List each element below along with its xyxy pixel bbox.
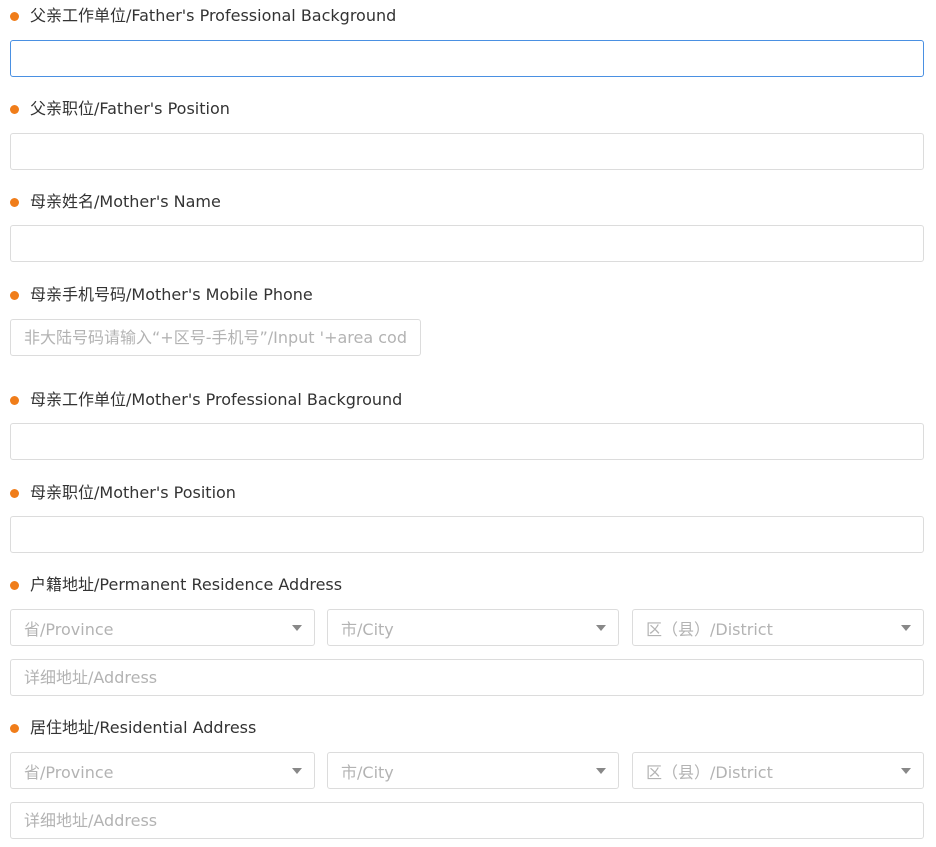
caret-down-icon bbox=[596, 624, 606, 631]
residential-province-value: 省/Province bbox=[24, 762, 114, 782]
required-dot-icon bbox=[10, 723, 19, 733]
caret-down-icon bbox=[596, 767, 606, 774]
required-dot-icon bbox=[10, 11, 19, 21]
father-work-label-text: 父亲工作单位/Father's Professional Background bbox=[30, 6, 397, 25]
mother-name-input[interactable] bbox=[10, 225, 924, 262]
caret-down-icon bbox=[292, 767, 302, 774]
permanent-province-value: 省/Province bbox=[24, 619, 114, 639]
mother-phone-label-text: 母亲手机号码/Mother's Mobile Phone bbox=[30, 285, 313, 304]
father-position-input[interactable] bbox=[10, 133, 924, 170]
mother-name-label: 母亲姓名/Mother's Name bbox=[10, 191, 221, 213]
residential-province-select[interactable]: 省/Province bbox=[10, 752, 315, 789]
permanent-district-value: 区（县）/District bbox=[646, 619, 773, 639]
permanent-address-label-text: 户籍地址/Permanent Residence Address bbox=[30, 575, 343, 594]
residential-address-label: 居住地址/Residential Address bbox=[10, 717, 256, 739]
permanent-city-value: 市/City bbox=[341, 619, 394, 639]
required-dot-icon bbox=[10, 488, 19, 498]
caret-down-icon bbox=[292, 624, 302, 631]
residential-address-label-text: 居住地址/Residential Address bbox=[30, 718, 257, 737]
mother-phone-input[interactable] bbox=[10, 319, 421, 356]
mother-work-input[interactable] bbox=[10, 423, 924, 460]
required-dot-icon bbox=[10, 197, 19, 207]
mother-name-label-text: 母亲姓名/Mother's Name bbox=[30, 192, 221, 211]
mother-position-input[interactable] bbox=[10, 516, 924, 553]
father-work-input[interactable] bbox=[10, 40, 924, 77]
mother-work-label-text: 母亲工作单位/Mother's Professional Background bbox=[30, 390, 403, 409]
mother-work-label: 母亲工作单位/Mother's Professional Background bbox=[10, 389, 402, 411]
father-work-label: 父亲工作单位/Father's Professional Background bbox=[10, 5, 396, 27]
permanent-province-select[interactable]: 省/Province bbox=[10, 609, 315, 646]
mother-position-label-text: 母亲职位/Mother's Position bbox=[30, 483, 236, 502]
required-dot-icon bbox=[10, 104, 19, 114]
residential-city-select[interactable]: 市/City bbox=[327, 752, 619, 789]
residential-district-select[interactable]: 区（县）/District bbox=[632, 752, 924, 789]
permanent-district-select[interactable]: 区（县）/District bbox=[632, 609, 924, 646]
father-position-label-text: 父亲职位/Father's Position bbox=[30, 99, 230, 118]
mother-position-label: 母亲职位/Mother's Position bbox=[10, 482, 236, 504]
residential-city-value: 市/City bbox=[341, 762, 394, 782]
required-dot-icon bbox=[10, 290, 19, 300]
caret-down-icon bbox=[901, 624, 911, 631]
residential-detail-address-input[interactable] bbox=[10, 802, 924, 839]
permanent-city-select[interactable]: 市/City bbox=[327, 609, 619, 646]
residential-district-value: 区（县）/District bbox=[646, 762, 773, 782]
permanent-address-label: 户籍地址/Permanent Residence Address bbox=[10, 574, 342, 596]
mother-phone-label: 母亲手机号码/Mother's Mobile Phone bbox=[10, 284, 313, 306]
required-dot-icon bbox=[10, 395, 19, 405]
parent-info-form: 父亲工作单位/Father's Professional Background … bbox=[0, 0, 936, 847]
required-dot-icon bbox=[10, 580, 19, 590]
permanent-detail-address-input[interactable] bbox=[10, 659, 924, 696]
father-position-label: 父亲职位/Father's Position bbox=[10, 98, 230, 120]
caret-down-icon bbox=[901, 767, 911, 774]
